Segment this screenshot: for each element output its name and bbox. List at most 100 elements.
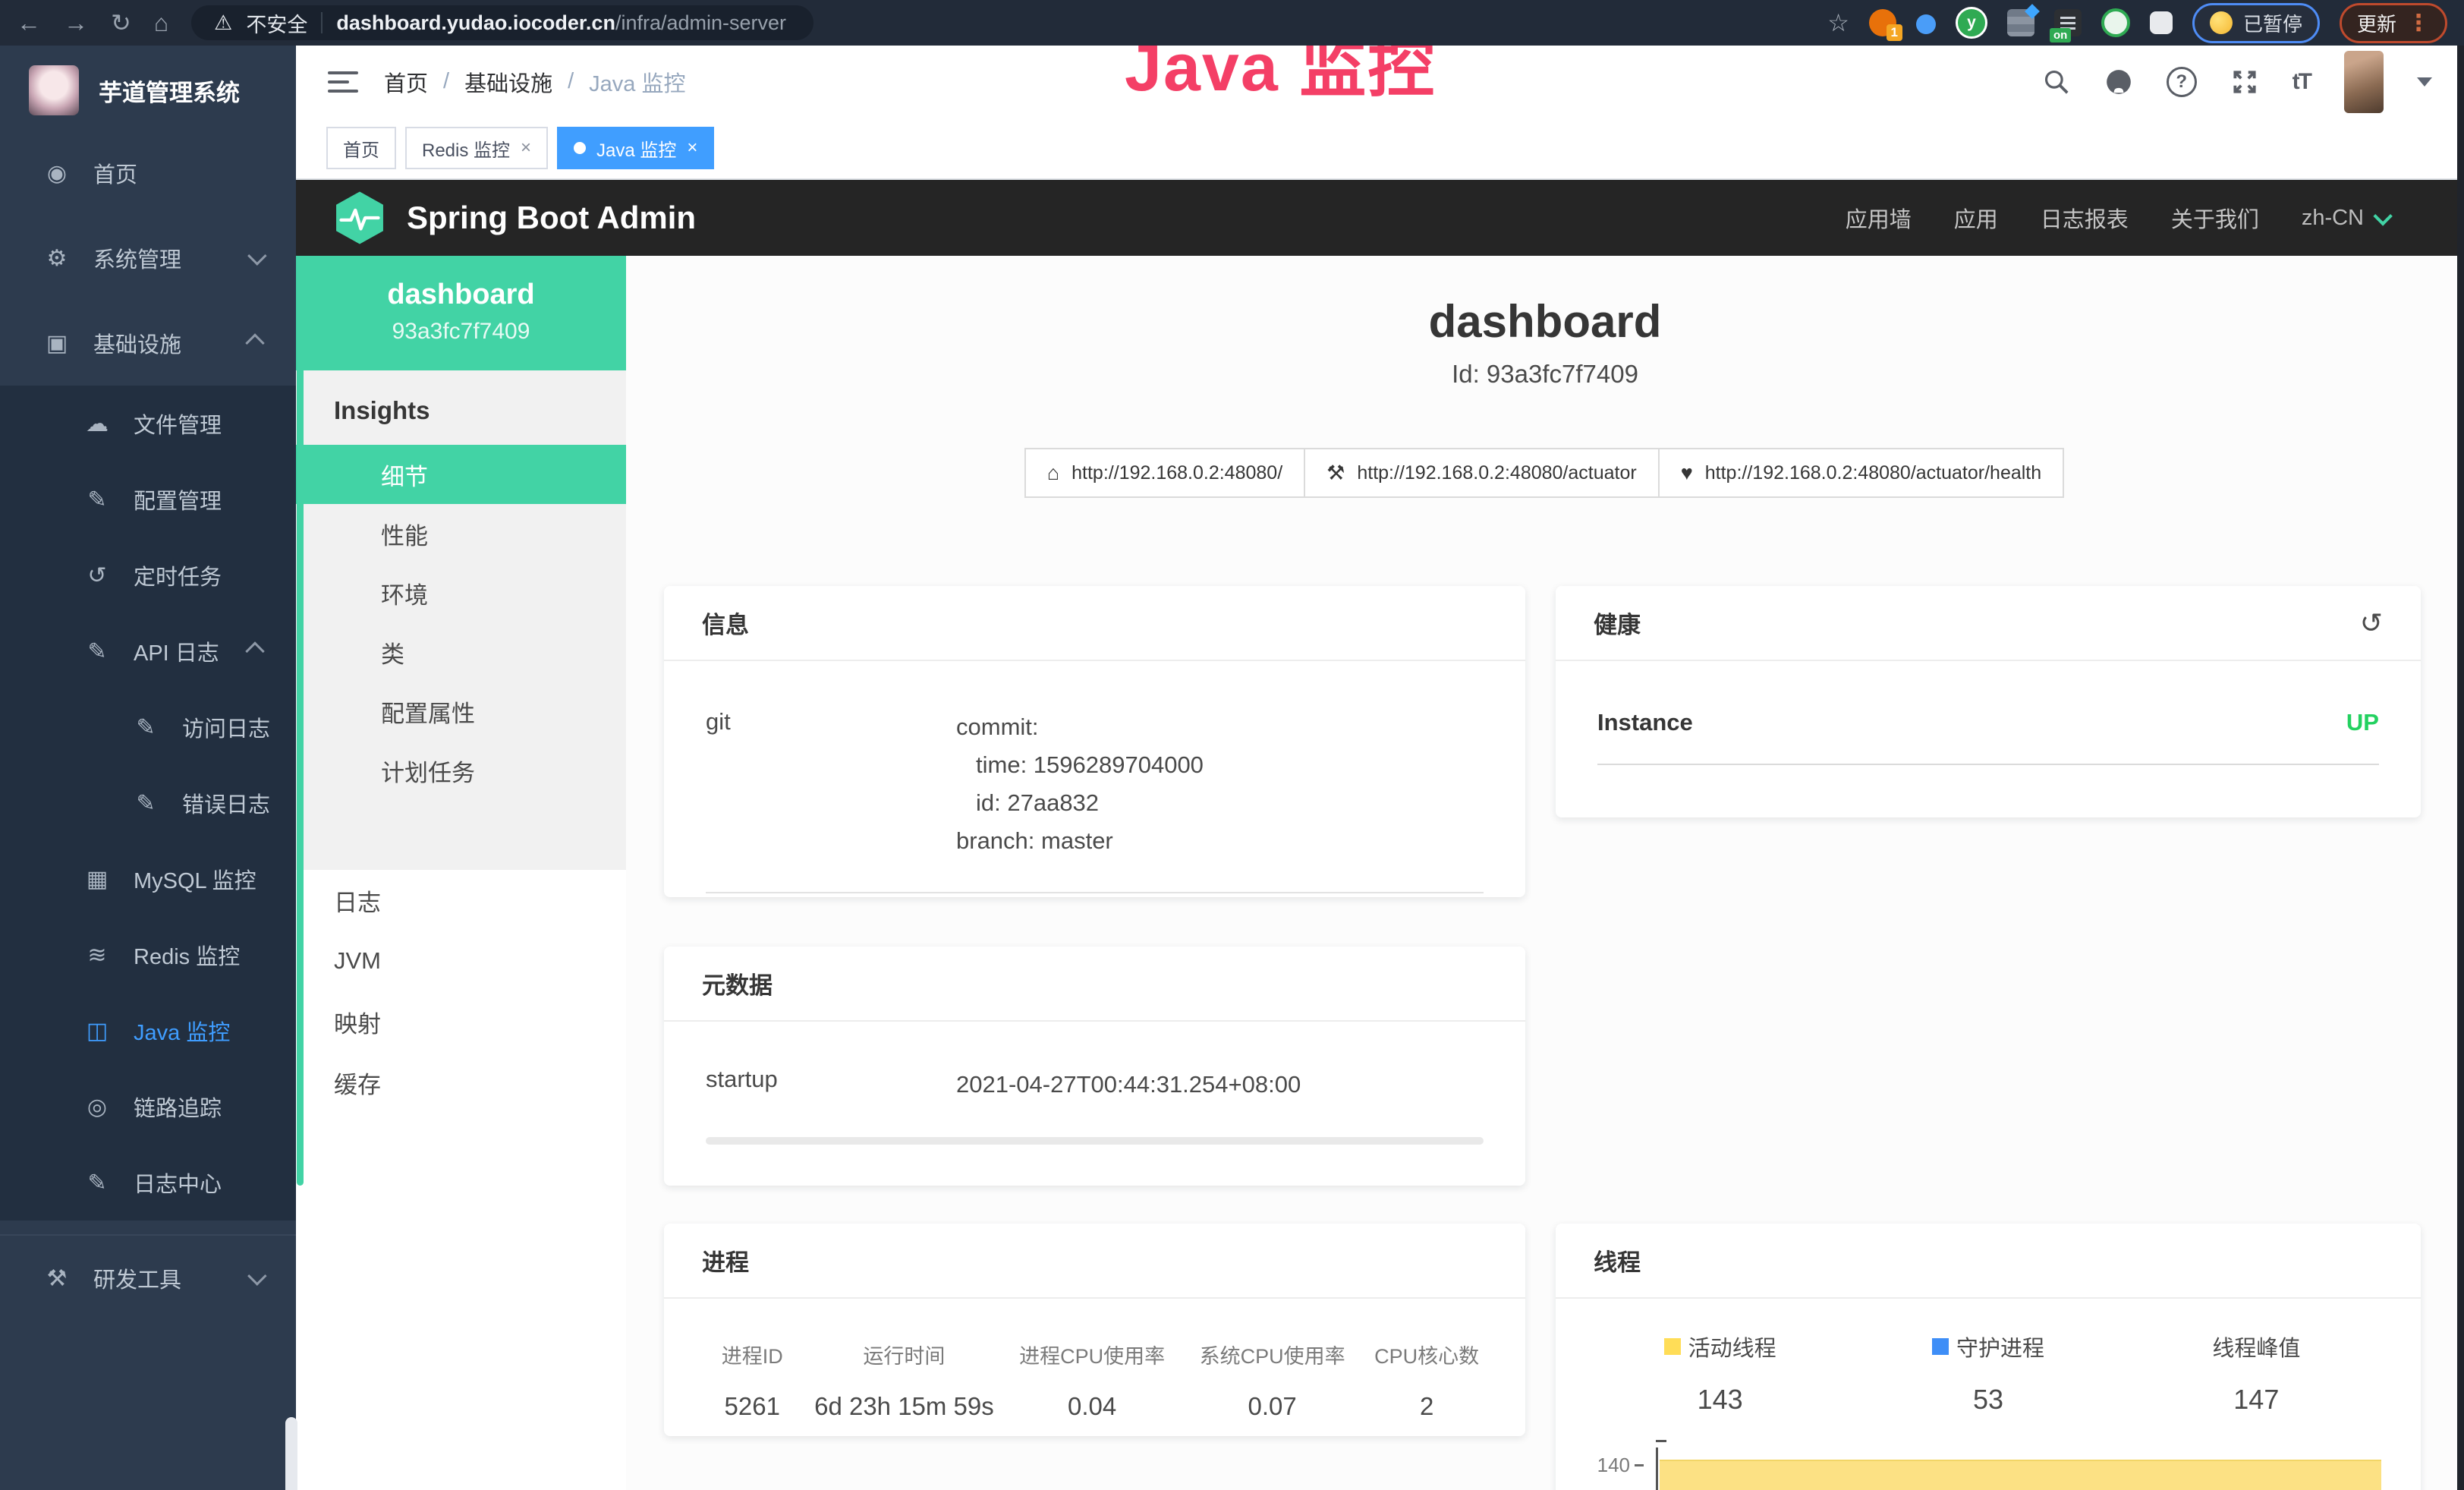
history-icon[interactable]: ↺ [2360, 607, 2383, 639]
axis-cap [1656, 1440, 1666, 1442]
sidebar-item-redis[interactable]: ≋ Redis 监控 [0, 917, 296, 993]
sidebar-item-config[interactable]: ✎ 配置管理 [0, 461, 296, 537]
sba-item-classes[interactable]: 类 [296, 622, 626, 682]
health-url-button[interactable]: ♥ http://192.168.0.2:48080/actuator/heal… [1658, 448, 2064, 498]
sidebar-item-devtools[interactable]: ⚒ 研发工具 [0, 1234, 296, 1321]
magnifier-extension-icon[interactable] [2101, 8, 2130, 37]
sidebar-item-home[interactable]: ◉ 首页 [0, 131, 296, 216]
update-button[interactable]: 更新 ⋮ [2340, 3, 2447, 43]
sidebar-item-access-log[interactable]: ✎ 访问日志 [0, 689, 296, 765]
sidebar-scrollbar[interactable] [285, 1417, 297, 1490]
sidebar-item-system[interactable]: ⚙ 系统管理 [0, 216, 296, 301]
sidebar-item-java[interactable]: ◫ Java 监控 [0, 993, 296, 1069]
admin-menu: ◉ 首页 ⚙ 系统管理 ▣ 基础设施 ☁ 文件管理 ✎ 配置管理 [0, 131, 296, 1321]
sidebar-item-infra[interactable]: ▣ 基础设施 [0, 301, 296, 386]
monitor-icon: ▣ [42, 330, 72, 357]
fullscreen-icon[interactable] [2230, 68, 2259, 96]
y-extension-icon[interactable]: y [1956, 7, 1987, 39]
divider [321, 12, 323, 33]
sidebar-item-trace[interactable]: ◎ 链路追踪 [0, 1069, 296, 1145]
switch-extension-icon[interactable]: on [2054, 9, 2082, 36]
app-logo-avatar [29, 65, 79, 115]
breadcrumb-infra[interactable]: 基础设施 [464, 66, 552, 98]
column-header: 进程CPU使用率 [1002, 1340, 1182, 1369]
bookmark-star-icon[interactable]: ☆ [1827, 8, 1849, 37]
extension-icon[interactable]: 1 [1869, 9, 1896, 36]
sidebar-item-label: 配置管理 [134, 484, 222, 515]
instance-links: ⌂ http://192.168.0.2:48080/ ⚒ http://192… [626, 448, 2464, 498]
url-path: /infra/admin-server [615, 11, 786, 34]
sba-item-label: 日志 [334, 884, 381, 918]
scrollbar-thumb[interactable] [297, 266, 304, 1186]
address-bar[interactable]: ⚠ 不安全 dashboard.yudao.iocoder.cn/infra/a… [191, 5, 813, 40]
card-title: 健康 [1594, 606, 1641, 640]
horizontal-scrollbar[interactable] [706, 1137, 1484, 1145]
edit-icon: ✎ [82, 487, 112, 513]
collapse-sidebar-icon[interactable] [328, 71, 358, 93]
card-title: 元数据 [702, 966, 773, 1000]
pin-extension-icon[interactable] [1916, 14, 1936, 34]
tab-redis[interactable]: Redis 监控 × [405, 127, 548, 169]
sba-item-environment[interactable]: 环境 [296, 563, 626, 622]
page-scrollbar[interactable] [2457, 46, 2464, 1490]
sba-item-metrics[interactable]: 性能 [296, 504, 626, 563]
paused-badge[interactable]: 已暂停 [2192, 3, 2320, 43]
card-body: 活动线程 143 守护进程 53 [1556, 1299, 2421, 1490]
process-table: 进程ID 5261 运行时间 6d 23h 15m 59s 进程CPU使用率 0… [698, 1340, 1491, 1421]
sba-item-label: 配置属性 [381, 695, 475, 729]
sidebar-item-file[interactable]: ☁ 文件管理 [0, 386, 296, 461]
grid-extension-icon[interactable] [2007, 9, 2034, 36]
sba-nav-journal[interactable]: 日志报表 [2041, 202, 2129, 234]
search-icon[interactable] [2042, 68, 2071, 96]
puzzle-extension-icon[interactable] [2150, 11, 2173, 34]
sba-brand[interactable]: Spring Boot Admin [407, 200, 696, 236]
sidebar-item-job[interactable]: ↺ 定时任务 [0, 537, 296, 613]
sba-item-scheduled[interactable]: 计划任务 [296, 741, 626, 800]
warning-icon: ⚠ [214, 11, 232, 35]
browser-forward-icon[interactable]: → [64, 11, 88, 35]
extension-badge: 1 [1887, 24, 1902, 41]
font-size-icon[interactable]: tT [2292, 69, 2311, 95]
sidebar-item-label: 研发工具 [93, 1262, 181, 1294]
sidebar-item-error-log[interactable]: ✎ 错误日志 [0, 765, 296, 841]
tab-java[interactable]: Java 监控 × [557, 127, 714, 169]
home-icon: ◉ [42, 160, 72, 187]
sidebar-item-api-log[interactable]: ✎ API 日志 [0, 613, 296, 689]
sba-nav-about[interactable]: 关于我们 [2171, 202, 2259, 234]
sidebar-item-mysql[interactable]: ▦ MySQL 监控 [0, 841, 296, 917]
browser-menu-icon[interactable]: ⋮ [2407, 10, 2430, 36]
sidebar-item-log-center[interactable]: ✎ 日志中心 [0, 1145, 296, 1221]
breadcrumb-home[interactable]: 首页 [384, 66, 428, 98]
table-column: 运行时间 6d 23h 15m 59s [807, 1340, 1002, 1421]
chevron-down-icon [2373, 206, 2392, 225]
sidebar-item-label: 日志中心 [134, 1167, 222, 1199]
sba-item-details[interactable]: 细节 [296, 445, 626, 504]
sba-nav-applications[interactable]: 应用 [1954, 202, 1998, 234]
help-icon[interactable]: ? [2167, 67, 2197, 97]
actuator-url-button[interactable]: ⚒ http://192.168.0.2:48080/actuator [1304, 448, 1660, 498]
sba-item-logs[interactable]: 日志 [296, 870, 626, 931]
git-commit-line: commit: [956, 708, 1204, 746]
sba-item-mappings[interactable]: 映射 [296, 991, 626, 1052]
tab-home[interactable]: 首页 [326, 127, 396, 169]
sba-item-label: 细节 [381, 458, 428, 492]
github-icon[interactable] [2104, 68, 2133, 96]
sba-item-configprops[interactable]: 配置属性 [296, 682, 626, 741]
sidebar-item-label: 链路追踪 [134, 1091, 222, 1123]
sba-item-caches[interactable]: 缓存 [296, 1052, 626, 1113]
close-icon[interactable]: × [521, 137, 531, 159]
cell-value: 2 [1362, 1392, 1491, 1421]
chevron-up-icon [245, 641, 264, 660]
card-title: 进程 [702, 1243, 749, 1277]
sba-nav-wall[interactable]: 应用墙 [1846, 202, 1912, 234]
sba-locale-select[interactable]: zh-CN [2302, 206, 2388, 231]
service-url-button[interactable]: ⌂ http://192.168.0.2:48080/ [1024, 448, 1305, 498]
sba-item-jvm[interactable]: JVM [296, 931, 626, 991]
user-avatar[interactable] [2344, 51, 2384, 113]
user-menu-caret-icon[interactable] [2417, 77, 2432, 87]
close-icon[interactable]: × [687, 137, 697, 159]
browser-back-icon[interactable]: ← [17, 11, 41, 35]
browser-refresh-icon[interactable]: ↻ [111, 11, 131, 35]
sba-nav: 应用墙 应用 日志报表 关于我们 zh-CN [1846, 202, 2428, 234]
browser-home-icon[interactable]: ⌂ [154, 11, 168, 35]
